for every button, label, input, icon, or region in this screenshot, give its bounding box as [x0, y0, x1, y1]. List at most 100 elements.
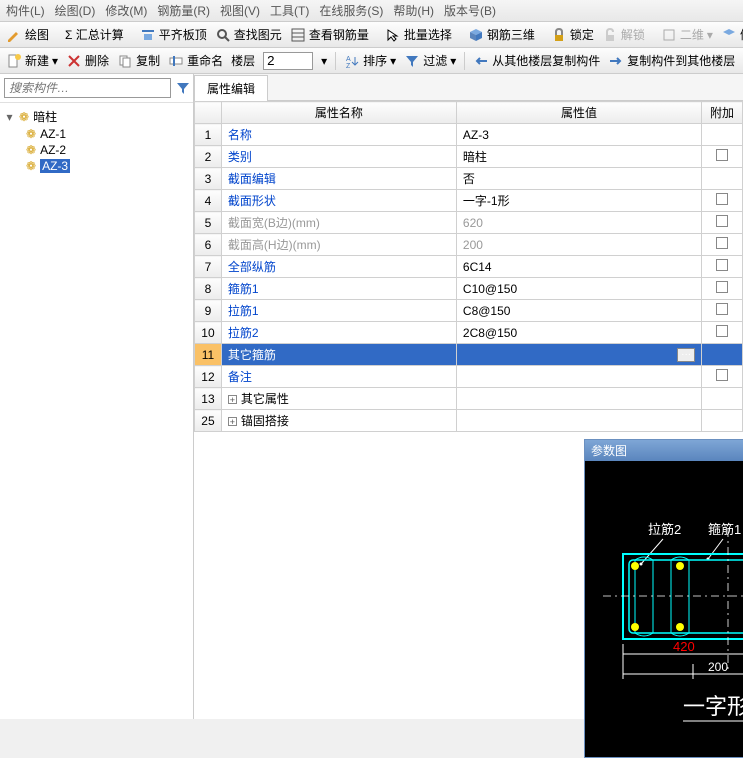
table-row[interactable]: 25+锚固搭接 [195, 410, 743, 432]
table-row[interactable]: 5截面宽(B边)(mm)620 [195, 212, 743, 234]
menu-item[interactable]: 钢筋量(R) [157, 2, 210, 19]
value-cell[interactable]: 否 [456, 168, 701, 190]
tree-item-az3[interactable]: ❁ AZ-3 [26, 158, 193, 174]
value-cell[interactable]: 2C8@150 [456, 322, 701, 344]
sort-button[interactable]: AZ 排序 ▾ [344, 52, 396, 69]
value-cell[interactable]: 620 [456, 212, 701, 234]
checkbox[interactable] [716, 215, 728, 227]
summary-button[interactable]: Σ 汇总计算 [65, 26, 124, 43]
copy-button[interactable]: 复制 [117, 52, 160, 69]
checkbox[interactable] [716, 259, 728, 271]
find-button[interactable]: 查找图元 [215, 26, 282, 43]
menu-item[interactable]: 在线服务(S) [319, 2, 383, 19]
table-row[interactable]: 10拉筋22C8@150 [195, 322, 743, 344]
menu-item[interactable]: 构件(L) [6, 2, 45, 19]
copyfrom-button[interactable]: 从其他楼层复制构件 [473, 52, 600, 69]
add-cell[interactable] [702, 190, 743, 212]
search-input[interactable] [4, 78, 171, 98]
rebar3d-button[interactable]: 钢筋三维 [468, 26, 535, 43]
add-cell[interactable] [702, 322, 743, 344]
name-cell[interactable]: +锚固搭接 [221, 410, 456, 432]
value-cell[interactable]: 6C14 [456, 256, 701, 278]
add-cell[interactable] [702, 168, 743, 190]
checkbox[interactable] [716, 193, 728, 205]
name-cell[interactable]: 类别 [221, 146, 456, 168]
table-row[interactable]: 7全部纵筋6C14 [195, 256, 743, 278]
viewrebar-button[interactable]: 查看钢筋量 [290, 26, 369, 43]
checkbox[interactable] [716, 237, 728, 249]
value-cell[interactable]: C8@150 [456, 300, 701, 322]
expand-icon[interactable]: + [228, 395, 237, 404]
table-row[interactable]: 1名称AZ-3 [195, 124, 743, 146]
add-cell[interactable] [702, 300, 743, 322]
topview-button[interactable]: 俯视 [721, 26, 743, 43]
table-row[interactable]: 11其它箍筋··· [195, 344, 743, 366]
checkbox[interactable] [716, 149, 728, 161]
add-cell[interactable] [702, 124, 743, 146]
value-cell[interactable]: 一字-1形 [456, 190, 701, 212]
name-cell[interactable]: 截面宽(B边)(mm) [221, 212, 456, 234]
name-cell[interactable]: 截面编辑 [221, 168, 456, 190]
name-cell[interactable]: 拉筋1 [221, 300, 456, 322]
value-cell[interactable]: 200 [456, 234, 701, 256]
table-row[interactable]: 13+其它属性 [195, 388, 743, 410]
add-cell[interactable] [702, 344, 743, 366]
table-row[interactable]: 2类别暗柱 [195, 146, 743, 168]
add-cell[interactable] [702, 146, 743, 168]
pingqi-button[interactable]: 平齐板顶 [140, 26, 207, 43]
name-cell[interactable]: 箍筋1 [221, 278, 456, 300]
add-cell[interactable] [702, 278, 743, 300]
checkbox[interactable] [716, 369, 728, 381]
name-cell[interactable]: 备注 [221, 366, 456, 388]
menu-item[interactable]: 版本号(B) [444, 2, 496, 19]
value-cell[interactable] [456, 388, 701, 410]
table-row[interactable]: 4截面形状一字-1形 [195, 190, 743, 212]
table-row[interactable]: 12备注 [195, 366, 743, 388]
checkbox[interactable] [716, 325, 728, 337]
new-button[interactable]: 新建 ▾ [6, 52, 58, 69]
delete-button[interactable]: 删除 [66, 52, 109, 69]
ellipsis-button[interactable]: ··· [677, 348, 695, 362]
checkbox[interactable] [716, 303, 728, 315]
checkbox[interactable] [716, 281, 728, 293]
menu-item[interactable]: 修改(M) [105, 2, 147, 19]
value-cell[interactable] [456, 366, 701, 388]
floor-input[interactable] [263, 52, 313, 70]
value-cell[interactable]: 暗柱 [456, 146, 701, 168]
2d-button[interactable]: 二维 ▾ [661, 26, 713, 43]
value-cell[interactable]: ··· [456, 344, 701, 366]
tab-properties[interactable]: 属性编辑 [194, 75, 268, 101]
name-cell[interactable]: 全部纵筋 [221, 256, 456, 278]
lock-button[interactable]: 锁定 [551, 26, 594, 43]
table-row[interactable]: 6截面高(H边)(mm)200 [195, 234, 743, 256]
menu-item[interactable]: 帮助(H) [393, 2, 434, 19]
value-cell[interactable] [456, 410, 701, 432]
name-cell[interactable]: 截面高(H边)(mm) [221, 234, 456, 256]
draw-button[interactable]: 绘图 [6, 26, 49, 43]
unlock-button[interactable]: 解锁 [602, 26, 645, 43]
table-row[interactable]: 9拉筋1C8@150 [195, 300, 743, 322]
menu-item[interactable]: 视图(V) [220, 2, 260, 19]
funnel-icon[interactable] [175, 80, 191, 96]
name-cell[interactable]: 截面形状 [221, 190, 456, 212]
collapse-icon[interactable]: ▾ [4, 110, 15, 124]
chevron-down-icon[interactable]: ▾ [321, 54, 327, 68]
filter-button[interactable]: 过滤 ▾ [404, 52, 456, 69]
batch-button[interactable]: 批量选择 [385, 26, 452, 43]
add-cell[interactable] [702, 256, 743, 278]
menu-item[interactable]: 绘图(D) [55, 2, 96, 19]
menu-item[interactable]: 工具(T) [270, 2, 309, 19]
name-cell[interactable]: 名称 [221, 124, 456, 146]
table-row[interactable]: 3截面编辑否 [195, 168, 743, 190]
add-cell[interactable] [702, 388, 743, 410]
tree-item-az2[interactable]: ❁ AZ-2 [26, 142, 193, 158]
add-cell[interactable] [702, 410, 743, 432]
add-cell[interactable] [702, 212, 743, 234]
add-cell[interactable] [702, 366, 743, 388]
name-cell[interactable]: 其它箍筋 [221, 344, 456, 366]
name-cell[interactable]: +其它属性 [221, 388, 456, 410]
value-cell[interactable]: C10@150 [456, 278, 701, 300]
tree-item-az1[interactable]: ❁ AZ-1 [26, 126, 193, 142]
value-cell[interactable]: AZ-3 [456, 124, 701, 146]
table-row[interactable]: 8箍筋1C10@150 [195, 278, 743, 300]
